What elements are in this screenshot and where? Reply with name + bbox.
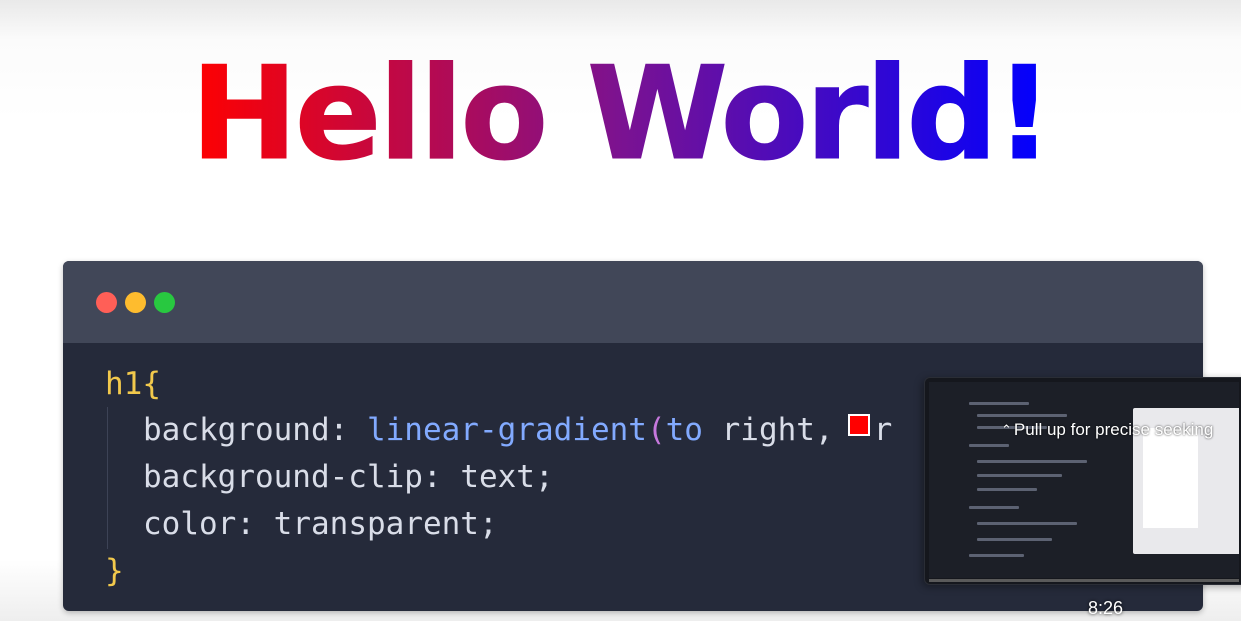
code-close-brace: }	[105, 553, 124, 589]
code-window-titlebar	[63, 261, 1203, 343]
code-property-background-clip: background-clip	[143, 459, 423, 495]
seek-preview-tooltip[interactable]: ⌃ Pull up for precise seeking	[924, 377, 1241, 585]
code-value-transparent: transparent;	[273, 506, 498, 542]
code-property-color: color	[143, 506, 237, 542]
code-line-3: background-clip: text;	[143, 457, 554, 497]
code-truncated-tail: r	[873, 412, 893, 448]
code-line-2: background: linear-gradient(to right, r	[143, 410, 892, 450]
thumb-code-line	[969, 506, 1019, 509]
code-property-background: background	[143, 412, 330, 448]
code-value-text: text;	[460, 459, 554, 495]
thumb-code-line	[977, 522, 1077, 525]
code-open-paren: (	[646, 412, 666, 448]
code-selector: h1	[105, 366, 143, 402]
thumb-page-content	[1143, 428, 1198, 528]
maximize-dot-icon	[154, 292, 175, 313]
code-keyword-to: to	[665, 412, 703, 448]
video-frame[interactable]: Hello World! h1{ background: linear-grad…	[0, 0, 1241, 621]
seek-preview-thumbnail	[929, 382, 1239, 578]
indent-guide	[107, 407, 108, 549]
thumb-code-line	[969, 402, 1029, 405]
code-line-1: h1{	[105, 364, 161, 404]
thumb-code-line	[969, 444, 1009, 447]
code-line-5: }	[105, 551, 124, 591]
thumb-code-line	[977, 414, 1067, 417]
code-colon: :	[236, 506, 255, 542]
code-colon: :	[422, 459, 442, 495]
seek-timestamp: 8:26	[1088, 598, 1124, 618]
code-open-brace: {	[142, 366, 161, 402]
code-direction: right,	[702, 412, 834, 448]
headline-text: Hello World!	[190, 40, 1054, 190]
color-swatch-icon	[847, 414, 870, 436]
seek-hint: ⌃ Pull up for precise seeking	[1001, 420, 1213, 440]
thumb-code-line	[977, 474, 1062, 477]
thumb-progress-bar	[929, 579, 1239, 582]
code-colon: :	[329, 412, 349, 448]
thumb-code-line	[977, 538, 1052, 541]
code-line-4: color: transparent;	[143, 504, 498, 544]
thumb-code-line	[977, 460, 1087, 463]
close-dot-icon	[96, 292, 117, 313]
hello-world-heading: Hello World!	[0, 40, 1241, 190]
minimize-dot-icon	[125, 292, 146, 313]
code-function-linear-gradient: linear-gradient	[366, 412, 647, 448]
seek-hint-text: Pull up for precise seeking	[1013, 420, 1214, 439]
double-chevron-up-icon: ⌃	[1001, 422, 1012, 437]
thumb-code-line	[969, 554, 1024, 557]
thumb-code-line	[977, 488, 1037, 491]
